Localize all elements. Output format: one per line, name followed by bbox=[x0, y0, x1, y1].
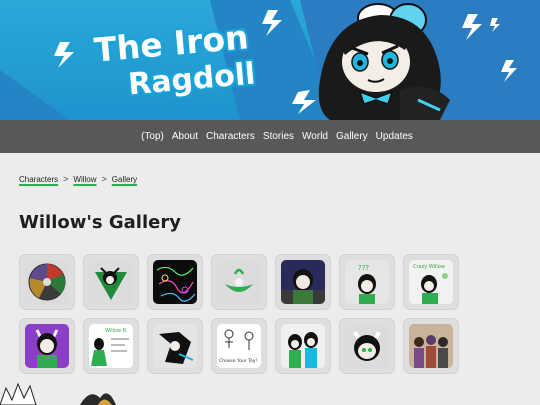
gallery-thumbnail[interactable]: Willow R. bbox=[83, 318, 139, 374]
breadcrumb-characters[interactable]: Characters bbox=[19, 175, 58, 184]
thumbnail-label: Crazy Willow bbox=[413, 264, 445, 270]
thumbnail-image bbox=[345, 324, 389, 368]
gallery-thumbnail[interactable]: Crazy Willow bbox=[403, 254, 459, 310]
thumbnail-image: ??? bbox=[345, 260, 389, 304]
nav-characters[interactable]: Characters bbox=[206, 131, 255, 142]
gallery-thumbnail[interactable]: ??? bbox=[339, 254, 395, 310]
thumbnail-image bbox=[25, 324, 69, 368]
thumbnail-image: Crazy Willow bbox=[409, 260, 453, 304]
lightning-icon bbox=[54, 42, 74, 68]
gallery-thumbnail[interactable] bbox=[275, 318, 331, 374]
page-title: Willow's Gallery bbox=[19, 212, 181, 233]
breadcrumb-separator: > bbox=[63, 174, 69, 184]
nav-about[interactable]: About bbox=[172, 131, 198, 142]
thumbnail-image bbox=[25, 260, 69, 304]
breadcrumb: Characters > Willow > Gallery bbox=[19, 174, 137, 184]
thumbnail-image bbox=[409, 324, 453, 368]
thumbnail-image: Willow R. bbox=[89, 324, 133, 368]
main-nav: (Top) About Characters Stories World Gal… bbox=[0, 120, 540, 153]
nav-world[interactable]: World bbox=[302, 131, 328, 142]
breadcrumb-separator: > bbox=[101, 174, 107, 184]
thumbnail-label: Willow R. bbox=[105, 328, 128, 334]
gallery-thumbnail[interactable] bbox=[19, 318, 75, 374]
gallery-thumbnail[interactable] bbox=[275, 254, 331, 310]
thumbnail-label: ??? bbox=[358, 264, 369, 272]
thumbnail-image: Choose Your Toy! bbox=[217, 324, 261, 368]
gallery-thumbnail[interactable] bbox=[147, 318, 203, 374]
thumbnail-image bbox=[281, 324, 325, 368]
nav-top[interactable]: (Top) bbox=[141, 131, 164, 142]
breadcrumb-willow[interactable]: Willow bbox=[73, 175, 96, 184]
thumbnail-image bbox=[217, 260, 261, 304]
thumbnail-image bbox=[153, 260, 197, 304]
gallery-thumbnail[interactable] bbox=[211, 254, 267, 310]
gallery-thumbnail[interactable] bbox=[83, 254, 139, 310]
thumbnail-image bbox=[153, 324, 197, 368]
thumbnail-image bbox=[89, 260, 133, 304]
gallery-grid: ??? Crazy Willow Willow R. Choose Your T… bbox=[19, 254, 519, 374]
footer-decoration bbox=[0, 382, 116, 405]
nav-stories[interactable]: Stories bbox=[263, 131, 294, 142]
nav-gallery[interactable]: Gallery bbox=[336, 131, 368, 142]
banner-background bbox=[0, 0, 540, 120]
gallery-thumbnail[interactable] bbox=[339, 318, 395, 374]
thumbnail-label: Choose Your Toy! bbox=[219, 358, 257, 364]
thumbnail-image bbox=[281, 260, 325, 304]
gallery-thumbnail[interactable] bbox=[19, 254, 75, 310]
nav-updates[interactable]: Updates bbox=[376, 131, 413, 142]
gallery-thumbnail[interactable] bbox=[403, 318, 459, 374]
gallery-thumbnail[interactable]: Choose Your Toy! bbox=[211, 318, 267, 374]
gallery-thumbnail[interactable] bbox=[147, 254, 203, 310]
site-banner: The Iron Ragdoll bbox=[0, 0, 540, 120]
breadcrumb-gallery[interactable]: Gallery bbox=[112, 175, 137, 184]
